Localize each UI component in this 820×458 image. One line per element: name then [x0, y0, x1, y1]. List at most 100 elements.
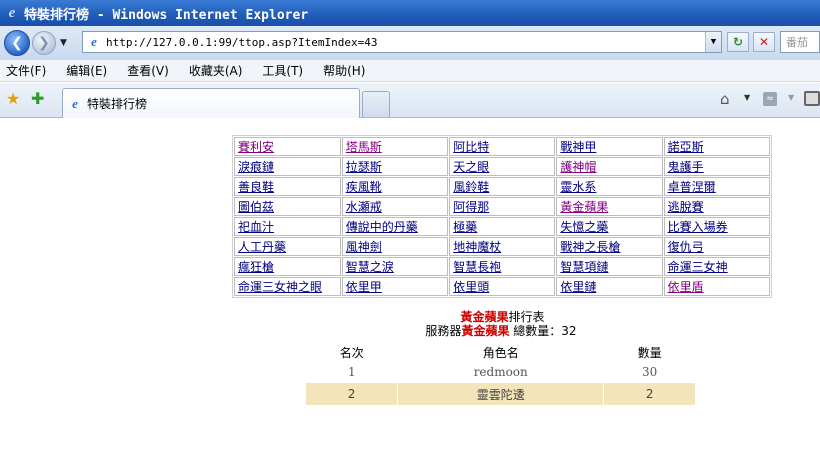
item-grid-cell: 逃脫賽: [663, 197, 770, 216]
item-link[interactable]: 阿得那: [453, 200, 489, 214]
item-link-grid: 賽利安 塔馬斯 阿比特 戰神甲 諾亞斯淚痕鏈 拉瑟斯 天之眼 護神帽 鬼護手善良鞋 疾風靴 風鈴鞋 靈…: [232, 135, 772, 298]
item-link[interactable]: 拉瑟斯: [346, 160, 382, 174]
item-link[interactable]: 疾風靴: [346, 180, 382, 194]
item-link[interactable]: 黃金蘋果: [560, 200, 608, 214]
item-link[interactable]: 阿比特: [453, 140, 489, 154]
item-link[interactable]: 依里頭: [453, 280, 489, 294]
item-grid-row: 圖伯茲 水瀬戒 阿得那 黃金蘋果 逃脫賽: [234, 197, 770, 216]
address-url[interactable]: http://127.0.0.1:99/ttop.asp?ItemIndex=4…: [106, 36, 378, 49]
menu-tools[interactable]: 工具(T): [262, 62, 303, 79]
item-grid-cell: 智慧項鏈: [556, 257, 663, 276]
page-content: 賽利安 塔馬斯 阿比特 戰神甲 諾亞斯 淚痕鏈 拉瑟斯 天之眼 護神帽 鬼護手 善良鞋 疾風靴 風鈴鞋靈…: [0, 118, 820, 458]
back-button[interactable]: ❮: [4, 30, 30, 56]
item-grid-cell: 戰神甲: [556, 137, 663, 156]
item-link[interactable]: 失憶之藥: [560, 220, 608, 234]
menu-edit[interactable]: 编辑(E): [66, 62, 107, 79]
item-link[interactable]: 瘋狂槍: [238, 260, 274, 274]
item-link[interactable]: 天之眼: [453, 160, 489, 174]
stop-button[interactable]: ✕: [753, 32, 775, 52]
search-placeholder: 番茄: [786, 36, 808, 49]
item-link[interactable]: 風鈴鞋: [453, 180, 489, 194]
ranking-subtitle-item: 黃金蘋果: [461, 324, 510, 338]
item-link[interactable]: 智慧項鏈: [560, 260, 608, 274]
item-grid-cell: 圖伯茲: [234, 197, 341, 216]
item-grid-cell: 命運三女神: [663, 257, 770, 276]
item-grid-row: 淚痕鏈 拉瑟斯 天之眼 護神帽 鬼護手: [234, 157, 770, 176]
print-icon[interactable]: [804, 91, 820, 106]
menu-favorites[interactable]: 收藏夹(A): [189, 62, 243, 79]
address-dropdown-icon[interactable]: ▼: [705, 32, 721, 52]
history-dropdown-icon[interactable]: ▼: [60, 38, 67, 48]
refresh-button[interactable]: ↻: [727, 32, 749, 52]
tab-label: 特裝排行榜: [87, 97, 148, 111]
item-grid-row: 人工丹藥 風神劍 地神魔杖 戰神之長槍 復仇弓: [234, 237, 770, 256]
header-character: 角色名: [482, 345, 519, 360]
item-link[interactable]: 依里盾: [668, 280, 704, 294]
add-favorite-icon[interactable]: ✚: [31, 89, 44, 108]
item-grid-cell: 淚痕鏈: [234, 157, 341, 176]
item-link[interactable]: 水瀬戒: [346, 200, 382, 214]
window-title: 特裝排行榜 - Windows Internet Explorer: [24, 7, 309, 23]
quantity-cell: 30: [642, 365, 658, 379]
item-grid-cell: 阿比特: [449, 137, 556, 156]
page-icon: e: [91, 34, 97, 49]
item-link[interactable]: 人工丹藥: [238, 240, 286, 254]
item-link[interactable]: 祀血汁: [238, 220, 274, 234]
rss-feed-icon[interactable]: ≈: [763, 92, 777, 106]
item-link[interactable]: 卓普涅爾: [668, 180, 716, 194]
item-grid-cell: 阿得那: [449, 197, 556, 216]
menu-view[interactable]: 查看(V): [127, 62, 169, 79]
character-cell: 靈雲陀逶: [397, 383, 605, 405]
item-link[interactable]: 鬼護手: [668, 160, 704, 174]
tab-page-icon: e: [72, 95, 78, 111]
item-link[interactable]: 傳說中的丹藥: [346, 220, 418, 234]
item-grid-row: 命運三女神之眼 依里甲 依里頭 依里鏈 依里盾: [234, 277, 770, 296]
item-grid-cell: 戰神之長槍: [556, 237, 663, 256]
item-link[interactable]: 圖伯茲: [238, 200, 274, 214]
item-link[interactable]: 復仇弓: [668, 240, 704, 254]
favorites-star-icon[interactable]: ★: [6, 89, 20, 108]
item-grid-row: 祀血汁 傳說中的丹藥 極藥 失憶之藥 比賽入場券: [234, 217, 770, 236]
item-link[interactable]: 戰神之長槍: [560, 240, 620, 254]
rank-cell: 1: [347, 365, 356, 379]
item-link[interactable]: 極藥: [453, 220, 477, 234]
item-link[interactable]: 諾亞斯: [668, 140, 704, 154]
item-grid-cell: 復仇弓: [663, 237, 770, 256]
item-link[interactable]: 地神魔杖: [453, 240, 501, 254]
forward-button[interactable]: ❯: [32, 31, 56, 55]
item-link[interactable]: 命運三女神: [668, 260, 728, 274]
ranking-total: 32: [561, 324, 577, 338]
item-grid-cell: 拉瑟斯: [341, 157, 449, 176]
item-grid-cell: 極藥: [449, 217, 556, 236]
item-link[interactable]: 靈水系: [560, 180, 596, 194]
menu-file[interactable]: 文件(F): [6, 62, 46, 79]
item-grid-cell: 護神帽: [556, 157, 663, 176]
item-grid-cell: 地神魔杖: [449, 237, 556, 256]
item-link[interactable]: 風神劍: [346, 240, 382, 254]
menu-help[interactable]: 帮助(H): [323, 62, 365, 79]
item-link[interactable]: 逃脫賽: [668, 200, 704, 214]
item-link[interactable]: 智慧長袍: [453, 260, 501, 274]
header-quantity: 數量: [637, 345, 662, 360]
item-link[interactable]: 命運三女神之眼: [238, 280, 322, 294]
quantity-cell: 2: [603, 383, 696, 405]
item-link[interactable]: 智慧之淚: [346, 260, 394, 274]
address-bar[interactable]: e http://127.0.0.1:99/ttop.asp?ItemIndex…: [82, 31, 722, 53]
search-input[interactable]: 番茄: [780, 31, 820, 53]
new-tab-button[interactable]: [362, 91, 390, 117]
item-link[interactable]: 賽利安: [238, 140, 274, 154]
item-link[interactable]: 塔馬斯: [346, 140, 382, 154]
item-link[interactable]: 依里鏈: [560, 280, 596, 294]
item-grid-cell: 水瀬戒: [341, 197, 449, 216]
tab-active[interactable]: e 特裝排行榜: [62, 88, 360, 118]
item-link[interactable]: 善良鞋: [238, 180, 274, 194]
home-icon[interactable]: ⌂: [720, 90, 730, 108]
item-link[interactable]: 依里甲: [346, 280, 382, 294]
item-link[interactable]: 比賽入場券: [668, 220, 728, 234]
menu-bar: 文件(F) 编辑(E) 查看(V) 收藏夹(A) 工具(T) 帮助(H): [0, 60, 820, 82]
item-link[interactable]: 戰神甲: [560, 140, 596, 154]
item-link[interactable]: 淚痕鏈: [238, 160, 274, 174]
item-link[interactable]: 護神帽: [560, 160, 596, 174]
rss-dropdown-icon[interactable]: ▼: [788, 93, 794, 102]
home-dropdown-icon[interactable]: ▼: [744, 93, 750, 102]
